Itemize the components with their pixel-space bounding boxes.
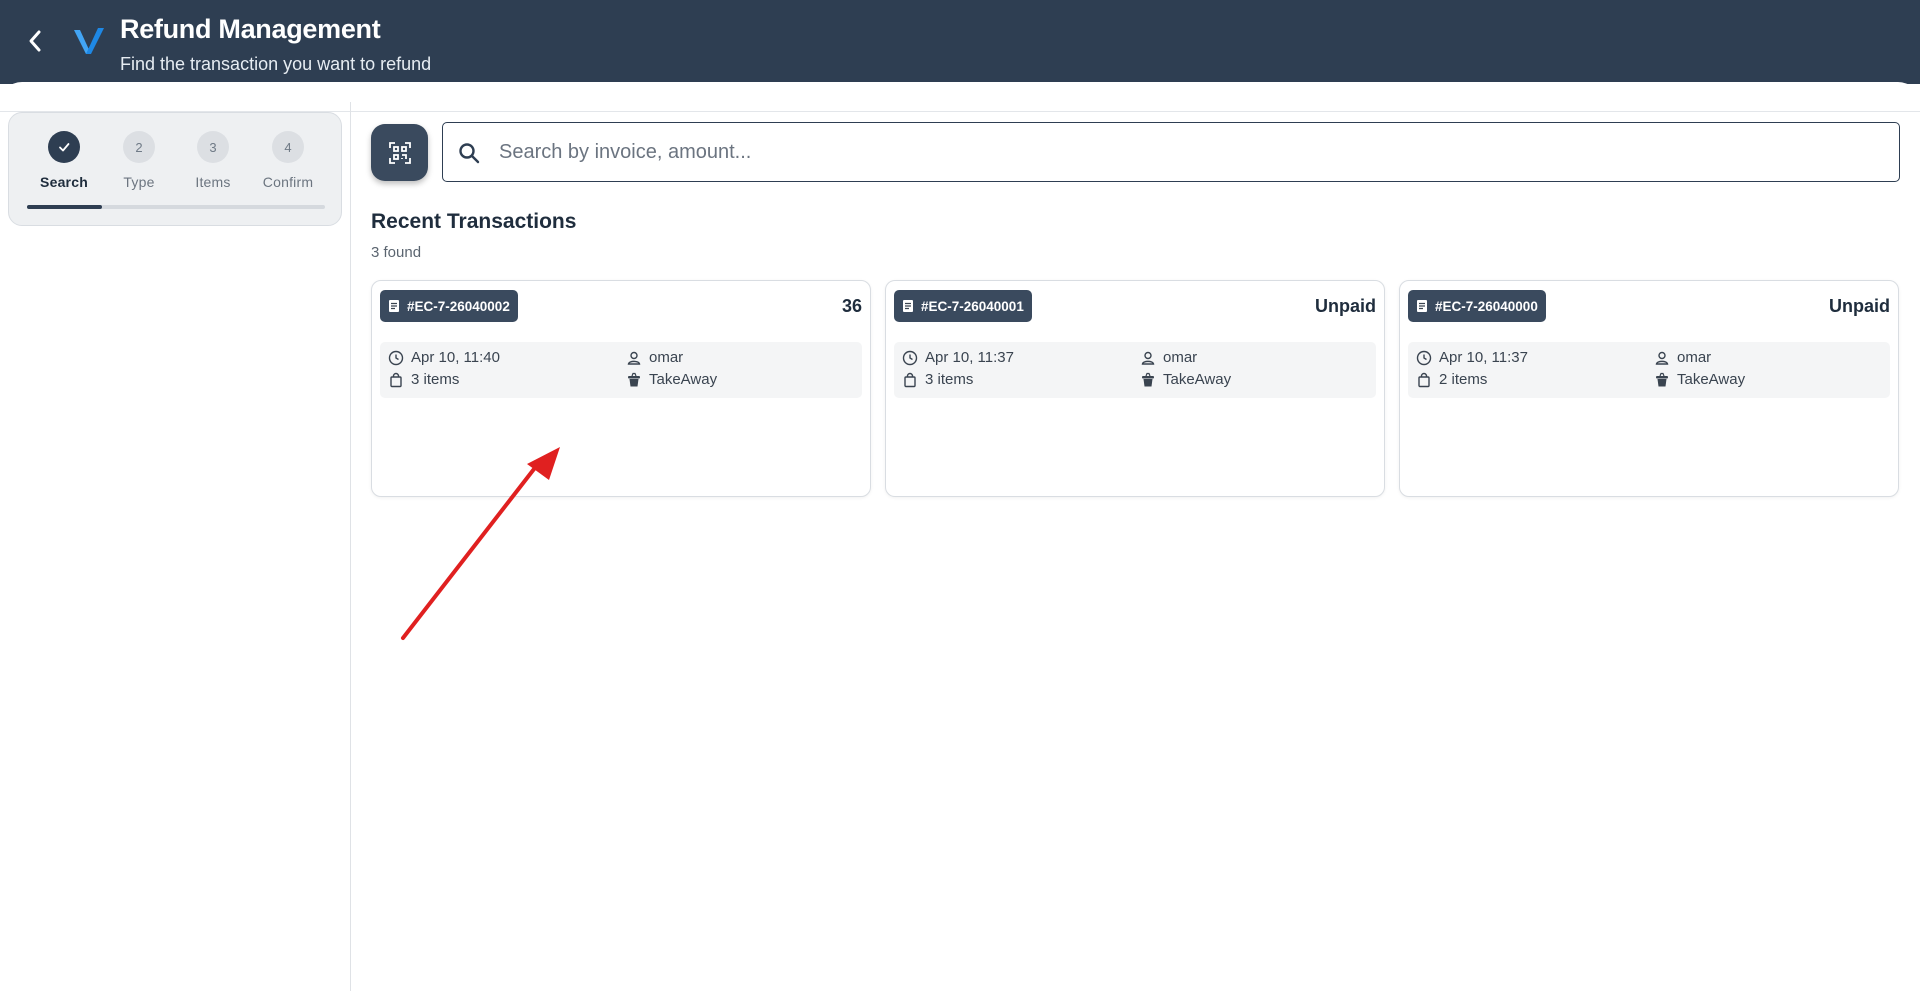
qr-scan-icon — [388, 141, 411, 164]
step-number: 3 — [197, 131, 229, 163]
clock-icon — [388, 350, 404, 365]
transaction-details: Apr 10, 11:40 omar 3 items TakeAway — [380, 342, 862, 398]
invoice-number: #EC-7-26040001 — [921, 298, 1024, 314]
items-count: 2 items — [1439, 371, 1488, 388]
transaction-amount: Unpaid — [1315, 296, 1376, 316]
shopping-bag-icon — [1418, 372, 1430, 387]
page-subtitle: Find the transaction you want to refund — [120, 54, 432, 74]
transaction-user: omar — [626, 349, 683, 366]
transaction-datetime: Apr 10, 11:37 — [1416, 349, 1528, 366]
app-header: Refund Management Find the transaction y… — [0, 0, 1920, 84]
annotation-arrow — [401, 447, 560, 640]
step-label: Confirm — [262, 174, 314, 190]
invoice-badge: #EC-7-26040002 — [380, 290, 518, 322]
order-type: TakeAway — [1677, 371, 1746, 388]
transaction-items: 3 items — [388, 371, 459, 388]
transaction-order-type: TakeAway — [626, 371, 717, 388]
step-label: Search — [40, 174, 88, 190]
datetime-text: Apr 10, 11:40 — [411, 349, 500, 366]
transaction-amount: 36 — [841, 296, 862, 316]
transaction-datetime: Apr 10, 11:40 — [388, 349, 500, 366]
stepper-progress-track — [27, 205, 325, 209]
receipt-icon — [389, 300, 399, 312]
invoice-badge: #EC-7-26040001 — [894, 290, 1032, 322]
back-button[interactable] — [22, 26, 48, 56]
transaction-items: 3 items — [902, 371, 973, 388]
chevron-left-icon — [29, 30, 41, 52]
clock-icon — [1416, 350, 1432, 365]
transaction-details: Apr 10, 11:37 omar 2 items TakeAway — [1408, 342, 1890, 398]
annotation-arrow-head — [527, 447, 560, 480]
scan-qr-button[interactable] — [371, 124, 428, 181]
receipt-icon — [903, 300, 913, 312]
search-input[interactable] — [499, 135, 1879, 169]
datetime-text: Apr 10, 11:37 — [925, 349, 1014, 366]
search-field[interactable] — [442, 122, 1900, 182]
step-number: 4 — [272, 131, 304, 163]
step-search[interactable]: Search — [27, 131, 101, 190]
order-type: TakeAway — [649, 371, 718, 388]
step-completed-circle — [48, 131, 80, 163]
step-type[interactable]: 2 Type — [102, 131, 176, 190]
receipt-icon — [1417, 300, 1427, 312]
stepper: Search 2 Type 3 Items 4 Confirm — [8, 112, 342, 226]
user-name: omar — [649, 349, 684, 366]
transaction-details: Apr 10, 11:37 omar 3 items TakeAway — [894, 342, 1376, 398]
step-number: 2 — [123, 131, 155, 163]
transaction-card[interactable]: #EC-7-26040000 Unpaid Apr 10, 11:37 omar 2 i… — [1399, 280, 1899, 497]
order-type: TakeAway — [1163, 371, 1232, 388]
items-count: 3 items — [411, 371, 460, 388]
transaction-user: omar — [1140, 349, 1197, 366]
invoice-badge: #EC-7-26040000 — [1408, 290, 1546, 322]
search-icon — [459, 143, 480, 164]
step-items[interactable]: 3 Items — [176, 131, 250, 190]
sidebar: Search 2 Type 3 Items 4 Confirm — [0, 102, 351, 991]
user-name: omar — [1163, 349, 1198, 366]
invoice-number: #EC-7-26040000 — [1435, 298, 1538, 314]
takeaway-cup-icon — [628, 372, 640, 386]
user-name: omar — [1677, 349, 1712, 366]
transaction-datetime: Apr 10, 11:37 — [902, 349, 1014, 366]
transaction-order-type: TakeAway — [1140, 371, 1231, 388]
section-title: Recent Transactions — [371, 210, 577, 233]
datetime-text: Apr 10, 11:37 — [1439, 349, 1528, 366]
stepper-progress-fill — [27, 205, 102, 209]
transaction-order-type: TakeAway — [1654, 371, 1745, 388]
items-count: 3 items — [925, 371, 974, 388]
step-label: Items — [195, 174, 231, 190]
transaction-amount: Unpaid — [1829, 296, 1890, 316]
annotation-arrow-shaft — [401, 458, 543, 640]
transaction-card[interactable]: #EC-7-26040001 Unpaid Apr 10, 11:37 omar 3 i… — [885, 280, 1385, 497]
check-icon — [59, 143, 70, 152]
shopping-bag-icon — [904, 372, 916, 387]
takeaway-cup-icon — [1656, 372, 1668, 386]
takeaway-cup-icon — [1142, 372, 1154, 386]
shopping-bag-icon — [390, 372, 402, 387]
user-icon — [1655, 351, 1669, 365]
step-label: Type — [123, 174, 155, 190]
results-count: 3 found — [371, 244, 422, 261]
transaction-user: omar — [1654, 349, 1711, 366]
invoice-number: #EC-7-26040002 — [407, 298, 510, 314]
app-logo — [74, 28, 104, 54]
transaction-items: 2 items — [1416, 371, 1487, 388]
step-confirm[interactable]: 4 Confirm — [251, 131, 325, 190]
clock-icon — [902, 350, 918, 365]
user-icon — [627, 351, 641, 365]
page-title: Refund Management — [120, 14, 381, 44]
user-icon — [1141, 351, 1155, 365]
